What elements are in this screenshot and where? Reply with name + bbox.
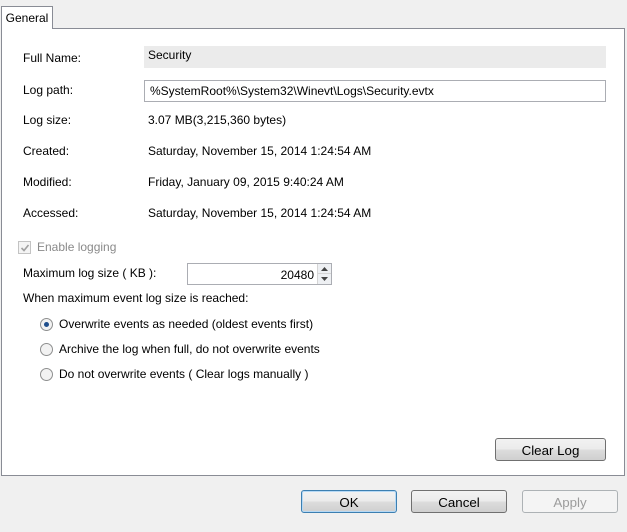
full-name-text: Security <box>148 48 192 62</box>
accessed-label: Accessed: <box>23 206 79 220</box>
radio-do-not-overwrite[interactable] <box>40 368 53 381</box>
general-panel: Full Name: Security Log path: %SystemRoo… <box>1 28 625 476</box>
full-name-value: Security <box>144 46 606 68</box>
radio-do-not-overwrite-label[interactable]: Do not overwrite events ( Clear logs man… <box>59 367 308 381</box>
accessed-value: Saturday, November 15, 2014 1:24:54 AM <box>148 206 372 220</box>
max-size-value: 20480 <box>280 268 314 282</box>
cancel-button[interactable]: Cancel <box>411 490 507 513</box>
policy-heading: When maximum event log size is reached: <box>23 291 249 305</box>
max-size-label: Maximum log size ( KB ): <box>23 266 157 280</box>
radio-archive-when-full-label[interactable]: Archive the log when full, do not overwr… <box>59 342 320 356</box>
max-size-stepper[interactable]: 20480 <box>187 263 332 285</box>
created-value: Saturday, November 15, 2014 1:24:54 AM <box>148 144 372 158</box>
spin-buttons <box>317 264 331 284</box>
modified-value: Friday, January 09, 2015 9:40:24 AM <box>148 175 344 189</box>
log-size-value: 3.07 MB(3,215,360 bytes) <box>148 113 287 127</box>
apply-button[interactable]: Apply <box>522 490 618 513</box>
tab-strip: General <box>0 0 627 29</box>
created-label: Created: <box>23 144 70 158</box>
ok-button[interactable]: OK <box>301 490 397 513</box>
full-name-label: Full Name: <box>23 51 82 65</box>
radio-overwrite-as-needed[interactable] <box>40 318 53 331</box>
chevron-up-icon <box>321 267 328 271</box>
log-path-label: Log path: <box>23 83 74 97</box>
modified-label: Modified: <box>23 175 72 189</box>
enable-logging-label: Enable logging <box>37 240 117 254</box>
radio-overwrite-as-needed-label[interactable]: Overwrite events as needed (oldest event… <box>59 317 313 331</box>
enable-logging-checkbox[interactable] <box>18 241 31 254</box>
spin-down-button[interactable] <box>318 274 331 284</box>
radio-archive-when-full[interactable] <box>40 343 53 356</box>
log-path-text: %SystemRoot%\System32\Winevt\Logs\Securi… <box>150 84 434 98</box>
checkmark-icon <box>20 244 30 252</box>
log-path-field[interactable]: %SystemRoot%\System32\Winevt\Logs\Securi… <box>144 80 606 102</box>
spin-up-button[interactable] <box>318 264 331 274</box>
chevron-down-icon <box>321 277 328 281</box>
tab-general[interactable]: General <box>1 6 53 29</box>
clear-log-button[interactable]: Clear Log <box>495 438 606 461</box>
log-size-label: Log size: <box>23 113 72 127</box>
